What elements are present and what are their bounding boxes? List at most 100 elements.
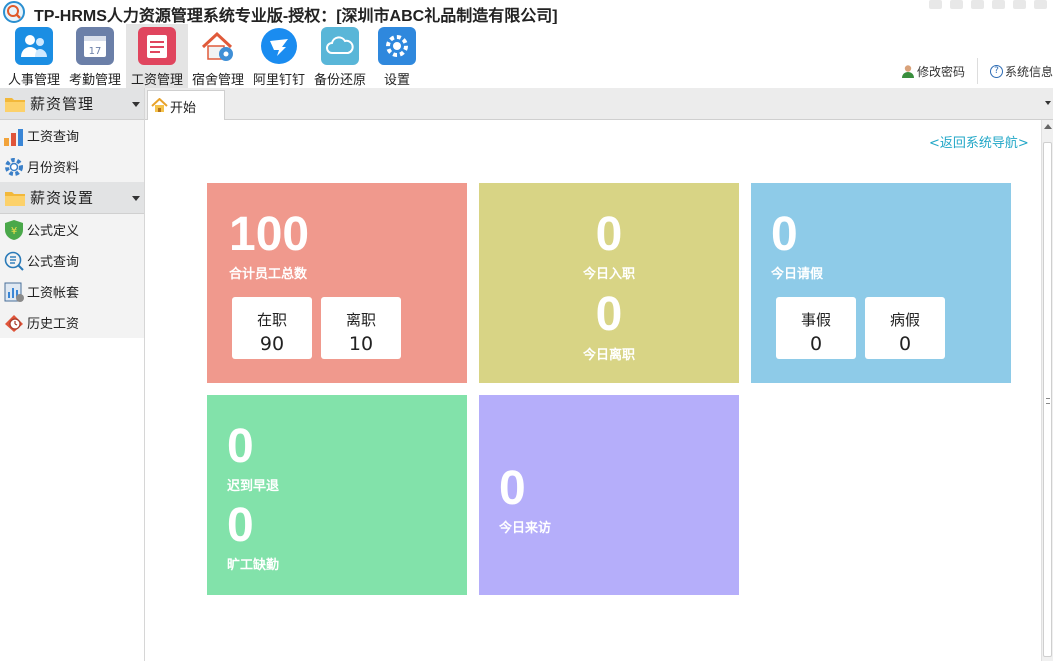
- sidebar-group-salary-management[interactable]: 薪资管理: [0, 88, 144, 120]
- toolbar-settings[interactable]: 设置: [366, 24, 428, 88]
- chevron-down-icon[interactable]: [132, 102, 140, 107]
- report-icon: [4, 282, 24, 302]
- tile-join-leave-today[interactable]: 0 今日入职 0 今日离职: [479, 183, 739, 383]
- sidebar-item-salary-ledger[interactable]: 工资帐套: [0, 276, 144, 307]
- tile-leave-requests[interactable]: 0 今日请假 事假 0 病假 0: [751, 183, 1011, 383]
- left-today-value: 0: [595, 288, 623, 341]
- mini-card-resigned[interactable]: 离职 10: [321, 297, 401, 359]
- sidebar: 薪资管理 工资查询 月份资料 薪资设置 ¥ 公式定义 公式查询 工资帐套 历史工…: [0, 88, 145, 661]
- help-icon[interactable]: [950, 0, 963, 9]
- toolbar-dorm[interactable]: 宿舍管理: [187, 24, 249, 88]
- grip-icon: [1046, 398, 1050, 404]
- pin-icon[interactable]: [929, 0, 942, 9]
- toolbar-label: 人事管理: [7, 73, 60, 88]
- change-password-link[interactable]: 修改密码: [901, 63, 965, 80]
- mini-card-label: 在职: [256, 311, 287, 329]
- maximize-button[interactable]: [1013, 0, 1026, 9]
- history-icon: [5, 315, 23, 332]
- magnifier-logo-icon: [3, 1, 25, 23]
- mini-card-personal-leave[interactable]: 事假 0: [776, 297, 856, 359]
- toolbar-label: 备份还原: [313, 73, 366, 88]
- toolbar-label: 阿里钉钉: [252, 73, 305, 88]
- leave-today-label: 今日请假: [771, 267, 824, 282]
- tab-bar: 开始: [145, 88, 1053, 121]
- toolbar-dingtalk[interactable]: 阿里钉钉: [248, 24, 310, 88]
- tab-label: 开始: [170, 100, 197, 116]
- user-icon: [901, 65, 914, 78]
- visitors-today-value: 0: [499, 462, 526, 515]
- sidebar-item-label: 公式查询: [27, 255, 80, 270]
- content-scrollbar[interactable]: [1041, 120, 1053, 661]
- visitors-today-label: 今日来访: [499, 521, 552, 536]
- tile-late-absent[interactable]: 0 迟到早退 0 旷工缺勤: [207, 395, 467, 595]
- sidebar-group-items: ¥ 公式定义 公式查询 工资帐套 历史工资: [0, 214, 144, 338]
- cloud-icon: [321, 27, 359, 65]
- user-links: 修改密码 ? 系统信息: [901, 58, 1053, 84]
- folder-icon: [5, 192, 25, 206]
- scrollbar-thumb[interactable]: [1043, 142, 1052, 657]
- left-today-label: 今日离职: [582, 348, 635, 363]
- toolbar-attendance[interactable]: 17 考勤管理: [64, 24, 126, 88]
- sidebar-item-label: 月份资料: [27, 161, 80, 176]
- joined-today-value: 0: [595, 208, 623, 261]
- sidebar-item-label: 公式定义: [27, 224, 80, 239]
- back-to-system-nav-link[interactable]: <返回系统导航>: [929, 132, 1029, 151]
- main-toolbar: 人事管理 17 考勤管理 工资管理 宿舍管理 阿里钉钉 备份还原 设置 修改密码…: [0, 24, 1053, 88]
- sidebar-item-label: 工资查询: [27, 130, 80, 145]
- toolbar-payroll[interactable]: 工资管理: [126, 24, 188, 88]
- question-icon: ?: [989, 64, 1003, 78]
- home-icon: [151, 98, 168, 112]
- bar-chart-icon: [4, 129, 23, 146]
- scroll-up-icon[interactable]: [1044, 124, 1052, 129]
- toolbar-label: 宿舍管理: [191, 73, 244, 88]
- joined-today-label: 今日入职: [582, 267, 635, 282]
- people-icon: [15, 27, 53, 65]
- tab-home[interactable]: 开始: [147, 90, 225, 121]
- close-button[interactable]: [1034, 0, 1047, 9]
- dorm-house-icon: [199, 27, 237, 65]
- chevron-down-icon[interactable]: [132, 196, 140, 201]
- svg-text:¥: ¥: [11, 226, 17, 237]
- sidebar-item-salary-history[interactable]: 历史工资: [0, 307, 144, 338]
- late-early-value: 0: [227, 420, 254, 473]
- sidebar-item-label: 工资帐套: [27, 286, 80, 301]
- system-info-label: 系统信息: [1004, 64, 1053, 79]
- mini-card-sick-leave[interactable]: 病假 0: [865, 297, 945, 359]
- tab-list-dropdown-icon[interactable]: [1045, 101, 1051, 105]
- gear-icon: [5, 158, 23, 176]
- search-list-icon: [4, 251, 24, 271]
- dingtalk-icon: [260, 27, 298, 65]
- minimize-button[interactable]: [992, 0, 1005, 9]
- dashboard-content: <返回系统导航> 100 合计员工总数 在职 90 离职 10 0 今日入职 0…: [145, 120, 1041, 661]
- total-employees-label: 合计员工总数: [229, 267, 308, 282]
- absent-label: 旷工缺勤: [227, 558, 280, 573]
- sidebar-group-title: 薪资管理: [30, 95, 95, 113]
- settings-icon: [378, 27, 416, 65]
- sidebar-item-formula-query[interactable]: 公式查询: [0, 245, 144, 276]
- sidebar-group-salary-settings[interactable]: 薪资设置: [0, 182, 144, 214]
- toolbar-personnel[interactable]: 人事管理: [3, 24, 65, 88]
- system-info-link[interactable]: ? 系统信息: [989, 63, 1053, 80]
- toolbar-backup[interactable]: 备份还原: [309, 24, 371, 88]
- mini-card-label: 病假: [889, 311, 920, 329]
- tile-visitors-today[interactable]: 0 今日来访: [479, 395, 739, 595]
- tile-total-employees[interactable]: 100 合计员工总数 在职 90 离职 10: [207, 183, 467, 383]
- sidebar-group-items: 工资查询 月份资料: [0, 120, 144, 182]
- sidebar-item-salary-query[interactable]: 工资查询: [0, 120, 144, 151]
- toolbar-label: 考勤管理: [68, 73, 121, 88]
- mini-card-label: 事假: [800, 311, 831, 329]
- absent-value: 0: [227, 499, 254, 552]
- leave-today-value: 0: [771, 208, 798, 261]
- sidebar-item-formula-definition[interactable]: ¥ 公式定义: [0, 214, 144, 245]
- mini-card-active[interactable]: 在职 90: [232, 297, 312, 359]
- calendar-icon: 17: [76, 27, 114, 65]
- mini-card-label: 离职: [345, 311, 376, 329]
- window-controls: [929, 0, 1047, 10]
- sidebar-group-title: 薪资设置: [30, 189, 95, 207]
- folder-icon: [5, 98, 25, 112]
- window-title: TP-HRMS人力资源管理系统专业版-授权：[深圳市ABC礼品制造有限公司]: [34, 8, 558, 25]
- skin-icon[interactable]: [971, 0, 984, 9]
- sidebar-item-monthly-data[interactable]: 月份资料: [0, 151, 144, 182]
- toolbar-label: 工资管理: [130, 73, 183, 88]
- mini-card-value: 90: [259, 333, 285, 355]
